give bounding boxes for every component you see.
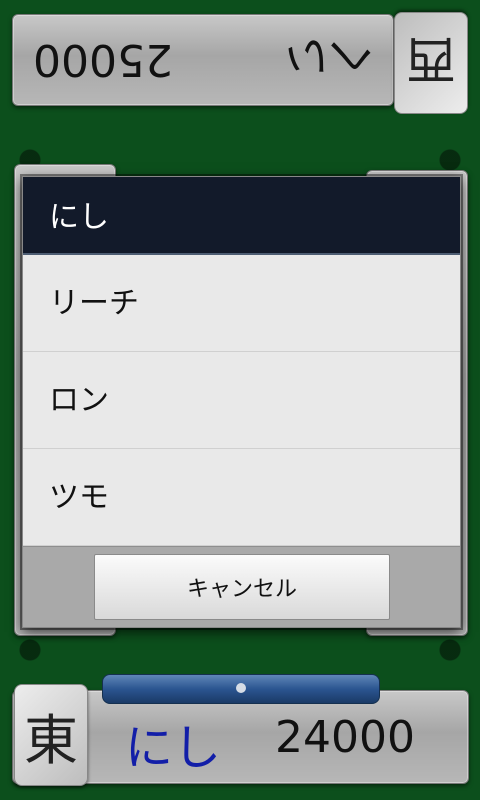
dialog-footer: キャンセル	[23, 546, 460, 627]
player-score: 24000	[275, 712, 415, 763]
opponent-name: へい	[285, 30, 373, 81]
option-tsumo[interactable]: ツモ	[23, 449, 460, 546]
opponent-score: 25000	[33, 34, 173, 86]
player-wind-tile: 東	[14, 684, 88, 786]
opponent-panel: へい 25000	[12, 14, 394, 106]
cancel-button[interactable]: キャンセル	[94, 554, 390, 620]
option-riichi[interactable]: リーチ	[23, 255, 460, 352]
drawer-handle-dot	[236, 683, 246, 693]
player-name: にし	[125, 720, 222, 776]
drawer-handle[interactable]	[102, 674, 380, 704]
option-ron[interactable]: ロン	[23, 352, 460, 449]
opponent-wind-tile: 西	[394, 12, 468, 114]
action-dialog: にし リーチ ロン ツモ キャンセル	[22, 176, 461, 628]
opponent-area: へい 25000 西	[12, 10, 472, 114]
dialog-title: にし	[23, 177, 460, 255]
